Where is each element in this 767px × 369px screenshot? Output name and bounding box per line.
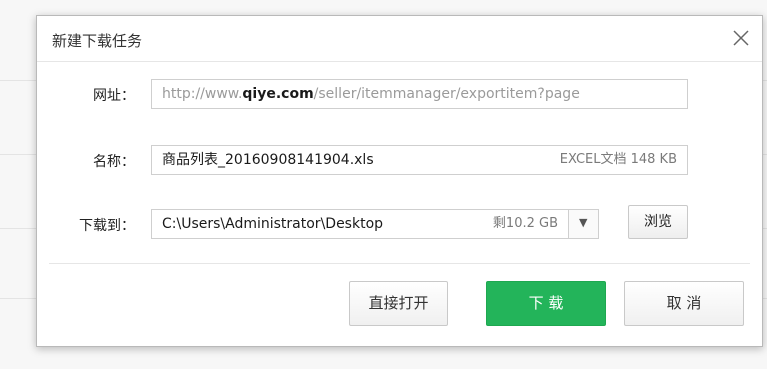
footer-divider bbox=[49, 263, 750, 264]
cancel-button[interactable]: 取 消 bbox=[624, 281, 744, 326]
open-directly-button[interactable]: 直接打开 bbox=[349, 281, 448, 326]
download-button[interactable]: 下 载 bbox=[486, 281, 606, 326]
save-to-label: 下载到： bbox=[79, 218, 135, 234]
filename-label: 名称： bbox=[93, 154, 135, 170]
new-download-dialog: 新建下载任务 网址： http://www.qiye.com/seller/it… bbox=[36, 15, 763, 347]
dialog-titlebar: 新建下载任务 bbox=[37, 16, 762, 62]
url-label: 网址： bbox=[93, 88, 135, 104]
close-button[interactable] bbox=[730, 27, 752, 49]
filename-text: 商品列表_20160908141904.xls bbox=[162, 152, 374, 168]
filename-field[interactable]: 商品列表_20160908141904.xls EXCEL文档 148 KB bbox=[151, 145, 688, 175]
url-path: /seller/itemmanager/exportitem?page bbox=[313, 86, 580, 102]
dialog-title: 新建下载任务 bbox=[52, 32, 143, 50]
close-icon bbox=[733, 30, 749, 46]
save-path-text: C:\Users\Administrator\Desktop bbox=[162, 216, 384, 232]
url-prefix: http://www. bbox=[162, 86, 243, 102]
chevron-down-icon: ▼ bbox=[579, 216, 588, 229]
browse-button[interactable]: 浏览 bbox=[628, 205, 688, 239]
path-dropdown-button[interactable]: ▼ bbox=[569, 209, 599, 239]
save-path-field[interactable]: C:\Users\Administrator\Desktop 剩10.2 GB bbox=[151, 209, 569, 239]
free-space-text: 剩10.2 GB bbox=[492, 216, 558, 231]
file-type-size: EXCEL文档 148 KB bbox=[559, 152, 677, 167]
url-field[interactable]: http://www.qiye.com/seller/itemmanager/e… bbox=[151, 79, 688, 109]
url-domain: qiye.com bbox=[242, 86, 314, 102]
